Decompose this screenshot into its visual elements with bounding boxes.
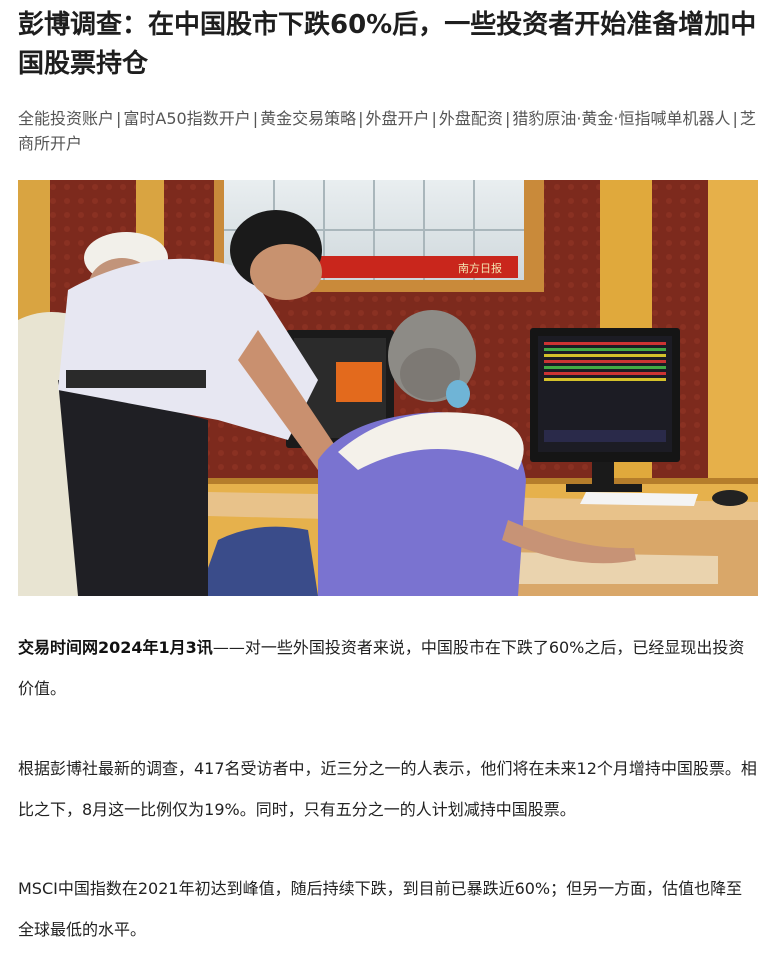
link-separator: | bbox=[504, 109, 511, 128]
article-page: 彭博调查：在中国股市下跌60%后，一些投资者开始准备增加中国股票持仓 全能投资账… bbox=[0, 0, 777, 964]
article-photo: 南方日报 bbox=[18, 180, 758, 596]
paragraph-3: MSCI中国指数在2021年初达到峰值，随后持续下跌，到目前已暴跌近60%；但另… bbox=[18, 879, 743, 939]
paragraph-1: 交易时间网2024年1月3讯——对一些外国投资者来说，中国股市在下跌了60%之后… bbox=[18, 627, 758, 709]
promo-links: 全能投资账户 | 富时A50指数开户 | 黄金交易策略 | 外盘开户 | 外盘配资 | 猎豹原油·黄… bbox=[18, 106, 758, 156]
link-separator: | bbox=[732, 109, 738, 128]
link-gold-strategy[interactable]: 黄金交易策略 bbox=[260, 109, 356, 128]
link-separator: | bbox=[116, 109, 122, 128]
link-separator: | bbox=[358, 109, 364, 128]
photo-sign-text: 南方日报 bbox=[458, 261, 502, 275]
article-title: 彭博调查：在中国股市下跌60%后，一些投资者开始准备增加中国股票持仓 bbox=[18, 10, 757, 79]
paragraph-lead: 交易时间网2024年1月3讯 bbox=[18, 638, 213, 657]
link-separator: | bbox=[431, 109, 437, 128]
paragraph-2: 根据彭博社最新的调查，417名受访者中，近三分之一的人表示，他们将在未来12个月… bbox=[18, 759, 757, 819]
link-foreign-margin[interactable]: 外盘配资 bbox=[439, 109, 503, 128]
link-a50-account[interactable]: 富时A50指数开户 bbox=[123, 109, 250, 128]
link-all-in-one-account[interactable]: 全能投资账户 bbox=[18, 109, 114, 128]
link-separator: | bbox=[252, 109, 259, 128]
link-foreign-account[interactable]: 外盘开户 bbox=[366, 109, 430, 128]
link-signal-robot[interactable]: 猎豹原油·黄金·恒指喊单机器人 bbox=[512, 109, 730, 128]
